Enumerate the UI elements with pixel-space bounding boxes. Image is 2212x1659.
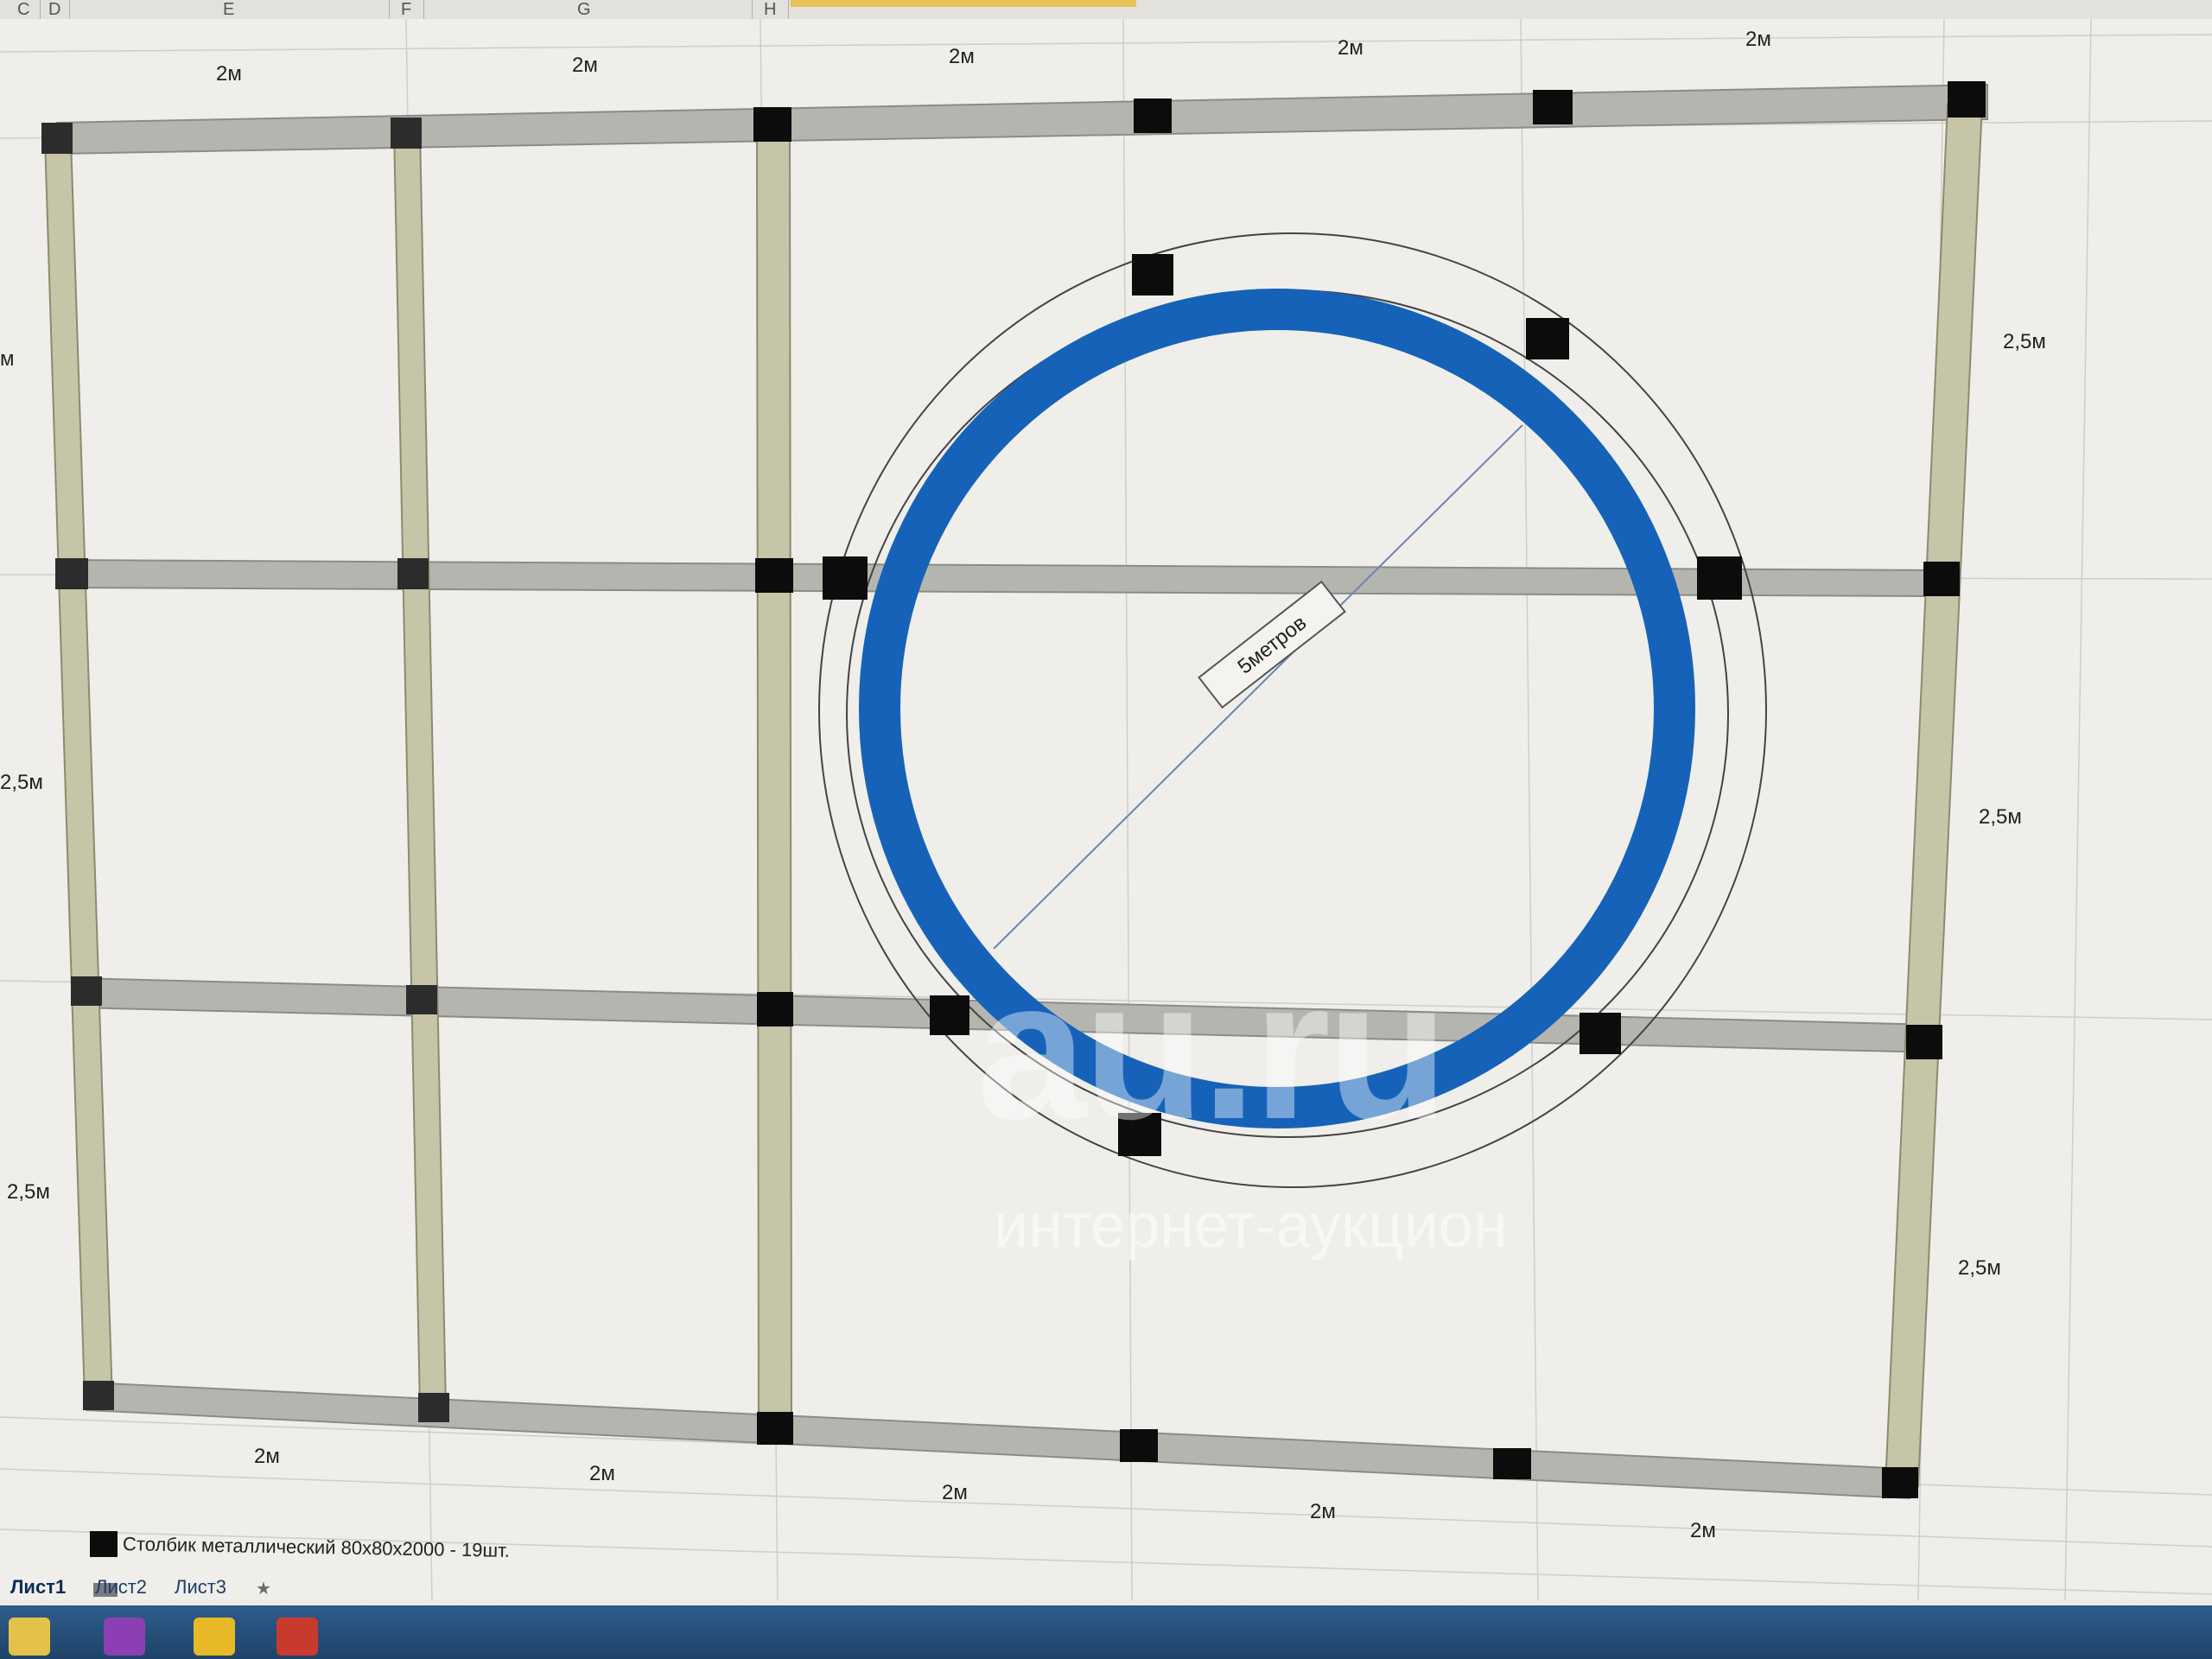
post-marker bbox=[1882, 1467, 1918, 1498]
dimension-top-5: 2м bbox=[1745, 28, 1771, 51]
worksheet-grid[interactable]: 5метров 2м 2м 2м 2м 2м 2м 2м 2м 2м 2м 2,… bbox=[0, 19, 2212, 1600]
dimension-top-4: 2м bbox=[1338, 36, 1363, 60]
insert-sheet-icon[interactable]: ★ bbox=[251, 1578, 289, 1599]
post-marker bbox=[1923, 562, 1960, 596]
column-header-c[interactable]: C bbox=[17, 0, 29, 20]
plan-drawing: 5метров bbox=[0, 19, 2212, 1600]
beam-top bbox=[56, 83, 1988, 156]
selected-column-highlight bbox=[791, 0, 1136, 7]
legend-post-swatch bbox=[90, 1531, 118, 1557]
ring-post-marker bbox=[1132, 254, 1173, 296]
post-marker bbox=[757, 1412, 793, 1445]
taskbar-app-icon-2[interactable] bbox=[194, 1618, 235, 1656]
post-marker bbox=[41, 123, 73, 154]
ring-post-marker bbox=[1580, 1013, 1621, 1054]
column-header-g[interactable]: G bbox=[577, 0, 591, 20]
post-marker bbox=[1134, 99, 1172, 133]
sheet-tab-1[interactable]: Лист1 bbox=[5, 1576, 71, 1599]
watermark-subtitle: интернет-аукцион bbox=[994, 1192, 1508, 1261]
column-header-f[interactable]: F bbox=[401, 0, 411, 20]
column-separator bbox=[423, 0, 424, 19]
dimension-right-1: 2,5м bbox=[2003, 330, 2046, 353]
dimension-top-3: 2м bbox=[949, 45, 975, 68]
column-separator bbox=[389, 0, 390, 19]
sheet-tab-2[interactable]: Лист2 bbox=[90, 1576, 152, 1599]
column-separator bbox=[69, 0, 70, 19]
windows-icon[interactable] bbox=[9, 1618, 50, 1656]
column-header-bar: C D E F G H bbox=[0, 0, 2212, 20]
cell-gridlines bbox=[0, 19, 2212, 1600]
column-header-d[interactable]: D bbox=[48, 0, 60, 20]
upright-3 bbox=[755, 122, 793, 1435]
dimension-bottom-3: 2м bbox=[942, 1481, 968, 1504]
post-marker bbox=[83, 1381, 114, 1410]
ring-post-marker bbox=[1697, 556, 1742, 600]
post-marker bbox=[1493, 1448, 1531, 1479]
post-marker bbox=[71, 976, 102, 1006]
ring-post-marker bbox=[823, 556, 868, 600]
dimension-bottom-1: 2м bbox=[254, 1445, 280, 1468]
upright-left bbox=[43, 137, 114, 1401]
dimension-top-1: 2м bbox=[216, 62, 242, 86]
column-separator bbox=[40, 0, 41, 19]
post-marker bbox=[757, 992, 793, 1027]
upright-2 bbox=[392, 129, 448, 1409]
post-marker bbox=[55, 558, 88, 589]
post-marker bbox=[1906, 1025, 1942, 1059]
post-marker bbox=[391, 118, 422, 149]
post-marker bbox=[1948, 81, 1986, 118]
ring-post-marker bbox=[930, 995, 969, 1035]
dimension-right-2: 2,5м bbox=[1979, 805, 2022, 829]
post-marker bbox=[753, 107, 791, 142]
dimension-left-2: 2,5м bbox=[0, 771, 43, 794]
column-header-h[interactable]: H bbox=[764, 0, 776, 20]
post-marker bbox=[1533, 90, 1573, 124]
watermark-logo: au.ru bbox=[976, 938, 1448, 1160]
sheet-tab-3[interactable]: Лист3 bbox=[169, 1576, 232, 1599]
sheet-tab-bar: Лист1 Лист2 Лист3 ★ bbox=[0, 1571, 2212, 1605]
column-separator bbox=[752, 0, 753, 19]
dimension-left-1: м bbox=[0, 347, 15, 371]
dimension-bottom-5: 2м bbox=[1690, 1519, 1716, 1542]
dimension-bottom-4: 2м bbox=[1310, 1500, 1336, 1523]
dimension-left-3: 2,5м bbox=[7, 1180, 50, 1204]
ring-post-marker bbox=[1526, 318, 1569, 359]
post-marker bbox=[1120, 1429, 1158, 1462]
taskbar-app-icon-1[interactable] bbox=[104, 1618, 145, 1656]
diameter-line bbox=[993, 424, 1523, 950]
post-marker bbox=[406, 985, 437, 1014]
diameter-label-box: 5метров bbox=[1198, 580, 1346, 709]
column-header-e[interactable]: E bbox=[223, 0, 234, 20]
column-separator bbox=[788, 0, 789, 19]
dimension-top-2: 2м bbox=[572, 54, 598, 77]
dimension-bottom-2: 2м bbox=[589, 1462, 615, 1485]
windows-taskbar bbox=[0, 1605, 2212, 1659]
post-marker bbox=[755, 558, 793, 593]
dimension-right-3: 2,5м bbox=[1958, 1256, 2001, 1280]
taskbar-app-icon-3[interactable] bbox=[276, 1618, 318, 1656]
post-marker bbox=[418, 1393, 449, 1422]
post-marker bbox=[397, 558, 429, 589]
posts bbox=[41, 81, 1986, 1498]
